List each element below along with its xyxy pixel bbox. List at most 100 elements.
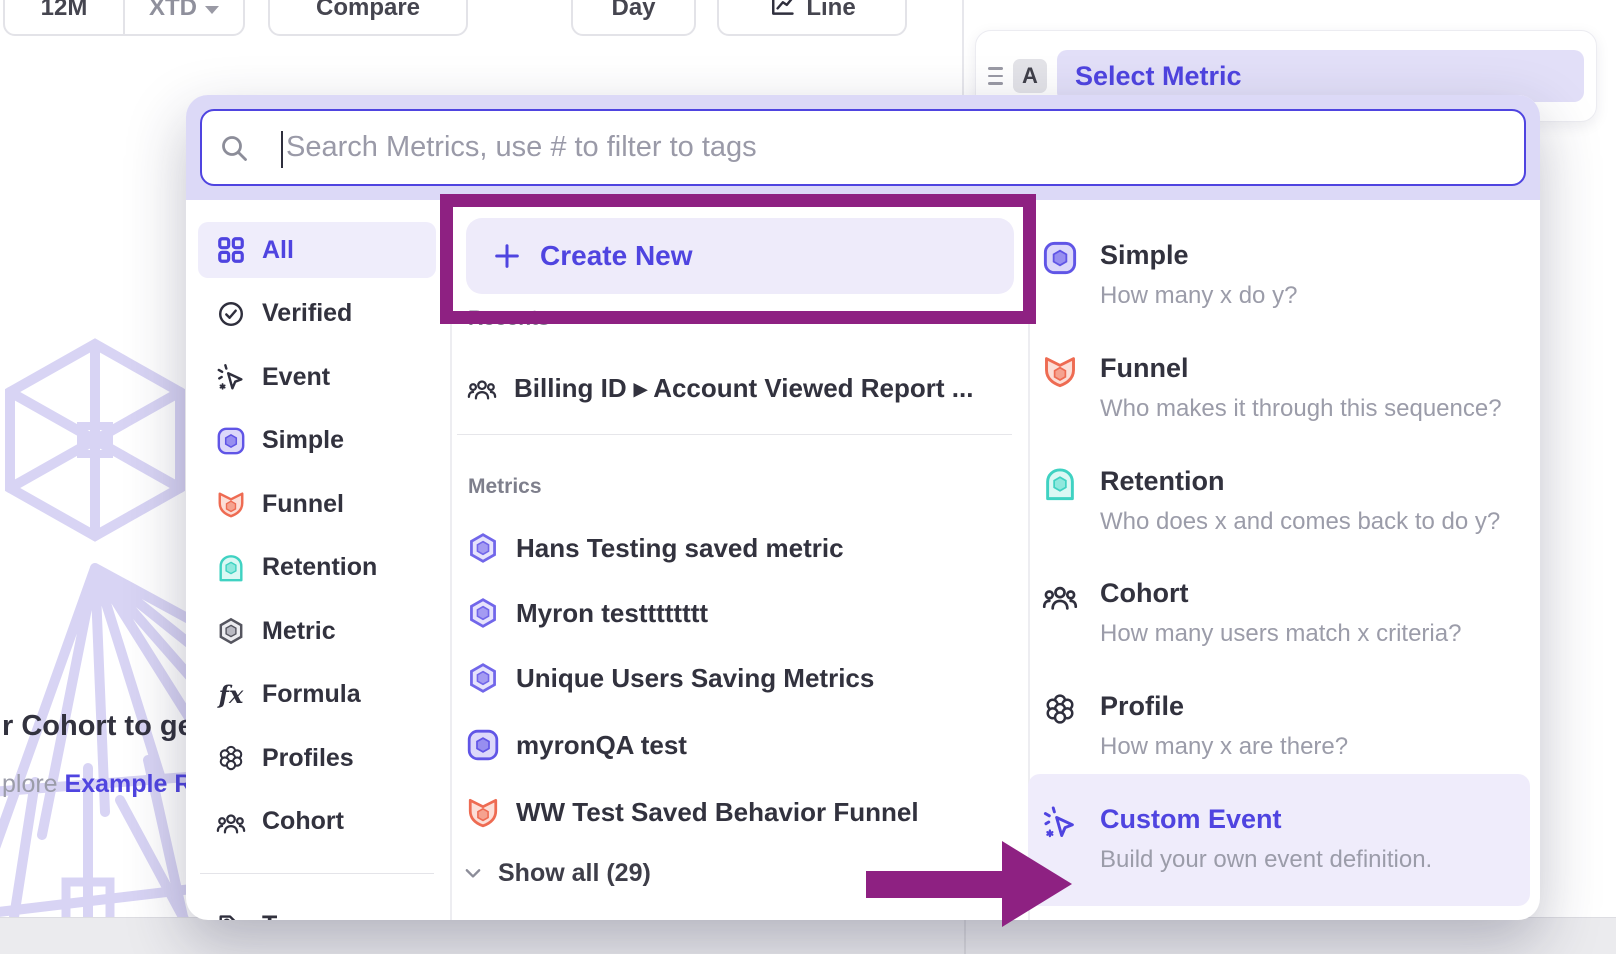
profiles-icon [1042, 691, 1078, 727]
compare-button[interactable]: Compare [268, 0, 468, 36]
sidebar-item-verified[interactable]: Verified [198, 286, 436, 342]
retention-badge-icon [1042, 466, 1078, 502]
background-panel-divider-bottom [964, 917, 966, 954]
metric-type-description: Who makes it through this sequence? [1100, 395, 1502, 423]
saved-metric-icon [466, 661, 500, 695]
series-badge: A [1013, 59, 1047, 93]
metric-list-item[interactable]: myronQA test [466, 722, 1006, 768]
sidebar-item-simple[interactable]: Simple [198, 413, 436, 469]
line-label: Line [806, 0, 855, 22]
metric-item-label: Myron testttttttt [516, 598, 708, 629]
grid-icon [216, 235, 246, 265]
sidebar-item-metric[interactable]: Metric [198, 603, 436, 659]
metric-type-cohort[interactable]: CohortHow many users match x criteria? [1042, 578, 1522, 648]
example-reports-link[interactable]: Example R [65, 770, 186, 798]
search-input[interactable] [286, 111, 1516, 184]
show-all-button[interactable]: Show all (29) [462, 853, 651, 893]
tag-icon [216, 910, 246, 920]
metric-type-simple[interactable]: SimpleHow many x do y? [1042, 240, 1522, 310]
range-12m-button[interactable]: 12M [5, 0, 123, 34]
funnel-badge-icon [466, 795, 500, 829]
granularity-day-button[interactable]: Day [571, 0, 696, 36]
saved-metric-icon [466, 531, 500, 565]
sidebar-item-overflow[interactable]: T [198, 897, 436, 920]
metric-list-item[interactable]: WW Test Saved Behavior Funnel [466, 789, 1006, 835]
sidebar-item-label: All [262, 236, 294, 265]
recent-item-label: Billing ID ▸ Account Viewed Report ... [514, 373, 973, 404]
funnel-badge-icon [216, 489, 246, 519]
sidebar-divider [450, 200, 452, 920]
sidebar-rule [200, 873, 434, 874]
range-xtd-button[interactable]: XTD [125, 0, 243, 34]
sidebar-item-label: Cohort [262, 807, 344, 836]
subline-gray-text: plore [2, 770, 65, 798]
sidebar-item-formula[interactable]: fx Formula [198, 667, 436, 723]
text-caret [281, 131, 283, 168]
search-box[interactable] [200, 109, 1526, 186]
search-band [186, 95, 1540, 200]
annotation-arrow [866, 871, 1006, 898]
sidebar-item-label: Funnel [262, 490, 344, 519]
page-bottom-band [0, 917, 1616, 954]
metric-hex-icon [216, 616, 246, 646]
annotation-arrow-head [1002, 841, 1072, 927]
metric-type-title: Profile [1100, 691, 1348, 722]
day-label: Day [611, 0, 655, 22]
profiles-icon [216, 743, 246, 773]
background-panel-divider [962, 0, 964, 95]
metric-type-title: Cohort [1100, 578, 1461, 609]
select-metric-label: Select Metric [1075, 61, 1242, 92]
sidebar-item-label: Simple [262, 426, 344, 455]
metric-list-item[interactable]: Hans Testing saved metric [466, 525, 1006, 571]
create-new-button[interactable]: Create New [466, 218, 1014, 294]
empty-state-subline: plore Example R [2, 770, 186, 799]
create-new-label: Create New [540, 240, 693, 272]
chart-type-line-button[interactable]: Line [717, 0, 907, 36]
funnel-badge-icon [1042, 353, 1078, 389]
recent-item[interactable]: Billing ID ▸ Account Viewed Report ... [466, 365, 1006, 411]
metric-type-description: How many x are there? [1100, 733, 1348, 761]
sidebar-item-label: Formula [262, 680, 361, 709]
line-chart-icon [768, 0, 796, 25]
recents-rule [457, 434, 1012, 435]
metric-type-title: Retention [1100, 466, 1500, 497]
simple-badge-icon [1042, 240, 1078, 276]
metric-type-description: Who does x and comes back to do y? [1100, 508, 1500, 536]
metric-list-item[interactable]: Unique Users Saving Metrics [466, 655, 1006, 701]
metric-type-profile[interactable]: Profile How many x are there? [1042, 691, 1522, 761]
sidebar-item-event[interactable]: Event [198, 349, 436, 405]
people-icon [216, 807, 246, 837]
recents-section-label: Recents [468, 307, 550, 331]
metric-type-custom-event[interactable]: Custom Event Build your own event definit… [1042, 804, 1522, 874]
sidebar-item-label: T [262, 911, 277, 921]
range-xtd-label: XTD [149, 0, 197, 22]
people-icon [1042, 578, 1078, 614]
sidebar-item-label: Profiles [262, 744, 354, 773]
retention-badge-icon [216, 553, 246, 583]
metric-type-retention[interactable]: Retention Who does x and comes back to do… [1042, 466, 1522, 536]
metric-type-title: Custom Event [1100, 804, 1432, 835]
metric-type-description: Build your own event definition. [1100, 846, 1432, 874]
metric-list-item[interactable]: Myron testttttttt [466, 590, 1006, 636]
caret-down-icon [205, 6, 219, 14]
sidebar-item-label: Retention [262, 553, 377, 582]
saved-metric-icon [466, 596, 500, 630]
show-all-label: Show all (29) [498, 859, 651, 888]
sidebar-item-cohort[interactable]: Cohort [198, 794, 436, 850]
date-range-group: 12M XTD [3, 0, 245, 36]
formula-icon: fx [216, 680, 246, 710]
custom-event-cursor-icon [1042, 804, 1078, 840]
metric-item-label: Hans Testing saved metric [516, 533, 844, 564]
simple-badge-icon [466, 728, 500, 762]
sidebar-item-profiles[interactable]: Profiles [198, 730, 436, 786]
sidebar-item-all[interactable]: All [198, 222, 436, 278]
sidebar-item-funnel[interactable]: Funnel [198, 476, 436, 532]
compare-label: Compare [316, 0, 420, 22]
metric-item-label: Unique Users Saving Metrics [516, 663, 874, 694]
metric-type-funnel[interactable]: FunnelWho makes it through this sequence… [1042, 353, 1522, 423]
metric-type-title: Simple [1100, 240, 1297, 271]
chevron-down-icon [462, 862, 484, 884]
sidebar-item-retention[interactable]: Retention [198, 540, 436, 596]
drag-handle-icon[interactable] [988, 67, 1003, 85]
decorative-wireframe-graphic [0, 330, 190, 930]
